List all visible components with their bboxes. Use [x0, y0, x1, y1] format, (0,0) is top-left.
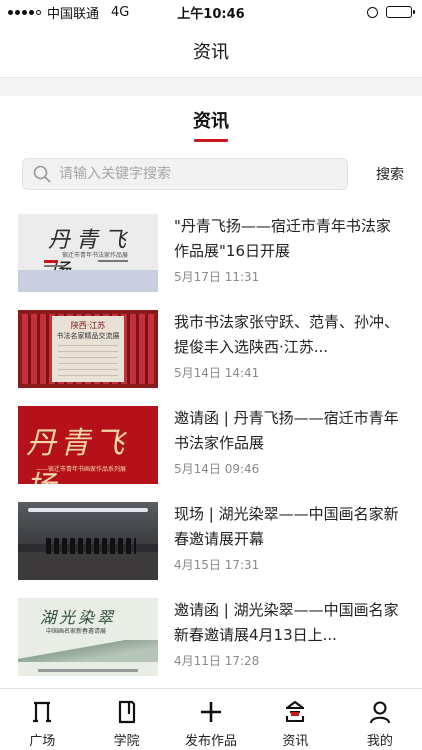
academy-icon — [118, 700, 135, 724]
network-type-label: 4G — [111, 4, 130, 20]
search-icon — [33, 165, 51, 183]
news-list: 丹青飞扬 宿迁市青年书法家作品展 "丹青飞扬——宿迁市青年书法家作品展"16日开… — [0, 206, 422, 686]
landscape-painting-poster-image: 湖光染翠 中国画名家新春邀请展 — [18, 598, 158, 676]
tab-label: 学院 — [113, 734, 140, 749]
section-underline — [194, 138, 228, 142]
news-date: 5月14日 14:41 — [174, 366, 260, 380]
search-box[interactable] — [22, 158, 348, 190]
navigation-bar: 资讯 — [0, 24, 422, 78]
status-time: 上午10:46 — [177, 6, 245, 22]
search-row: 搜索 — [0, 146, 422, 190]
status-bar: 中国联通 4G 上午10:46 — [0, 0, 422, 24]
news-date: 5月17日 11:31 — [174, 270, 260, 284]
publish-plus-icon — [201, 702, 222, 722]
tab-plaza[interactable]: 广场 — [0, 689, 84, 750]
red-calligraphy-banner-image: 丹青飞扬 ——宿迁市青年书画家作品系列展 — [18, 406, 158, 484]
news-text: 邀请函 | 丹青飞扬——宿迁市青年书法家作品展 5月14日 09:46 — [174, 406, 404, 486]
news-date: 4月15日 17:31 — [174, 558, 260, 572]
section-title: 资讯 — [193, 110, 229, 132]
tab-label: 广场 — [29, 734, 56, 749]
exhibition-opening-photo-image — [18, 502, 158, 580]
rotation-lock-icon — [367, 6, 378, 18]
news-text: "丹青飞扬——宿迁市青年书法家作品展"16日开展 5月17日 11:31 — [174, 214, 404, 294]
tab-academy[interactable]: 学院 — [84, 689, 168, 750]
news-content: 资讯 搜索 丹青飞扬 宿迁市青年书法家作品展 "丹青 — [0, 96, 422, 688]
news-title: 邀请函 | 湖光染翠——中国画名家新春邀请展4月13日上... — [174, 601, 399, 644]
news-title: 我市书法家张守跃、范青、孙冲、提俊丰入选陕西·江苏... — [174, 313, 400, 356]
search-input[interactable] — [59, 166, 319, 182]
tab-publish[interactable]: 发布作品 — [169, 689, 253, 750]
news-item[interactable]: 陕西·江苏 书法名家精品交流展 我市书法家张守跃、范青、孙冲、提俊丰入选陕西·江… — [0, 302, 422, 398]
news-icon — [286, 700, 305, 723]
profile-icon — [369, 701, 390, 724]
plaza-icon — [33, 701, 52, 723]
tab-profile[interactable]: 我的 — [338, 689, 422, 750]
tab-label: 资讯 — [282, 734, 309, 749]
news-item[interactable]: 现场 | 湖光染翠——中国画名家新春邀请展开幕 4月15日 17:31 — [0, 494, 422, 590]
news-date: 4月11日 17:28 — [174, 654, 260, 668]
red-calligraphy-exchange-poster-image: 陕西·江苏 书法名家精品交流展 — [18, 310, 158, 388]
news-text: 我市书法家张守跃、范青、孙冲、提俊丰入选陕西·江苏... 5月14日 14:41 — [174, 310, 404, 390]
battery-icon — [386, 6, 415, 18]
tab-news[interactable]: 资讯 — [253, 689, 337, 750]
news-title: 邀请函 | 丹青飞扬——宿迁市青年书法家作品展 — [174, 409, 399, 452]
news-text: 邀请函 | 湖光染翠——中国画名家新春邀请展4月13日上... 4月11日 17… — [174, 598, 404, 678]
news-item[interactable]: 丹青飞扬 ——宿迁市青年书画家作品系列展 邀请函 | 丹青飞扬——宿迁市青年书法… — [0, 398, 422, 494]
tab-label: 发布作品 — [185, 734, 238, 749]
news-item[interactable]: 湖光染翠 中国画名家新春邀请展 邀请函 | 湖光染翠——中国画名家新春邀请展4月… — [0, 590, 422, 686]
news-date: 5月14日 09:46 — [174, 462, 260, 476]
tab-label: 我的 — [366, 734, 393, 749]
status-right — [272, 6, 422, 18]
news-text: 现场 | 湖光染翠——中国画名家新春邀请展开幕 4月15日 17:31 — [174, 502, 404, 582]
news-item[interactable]: 丹青飞扬 宿迁市青年书法家作品展 "丹青飞扬——宿迁市青年书法家作品展"16日开… — [0, 206, 422, 302]
page-title: 资讯 — [193, 41, 229, 63]
search-button[interactable]: 搜索 — [376, 164, 404, 184]
carrier-label: 中国联通 — [47, 6, 100, 22]
tab-bar: 广场 学院 发布作品 资讯 我的 — [0, 688, 422, 750]
calligraphy-exhibit-poster-image: 丹青飞扬 宿迁市青年书法家作品展 — [18, 214, 158, 292]
news-title: "丹青飞扬——宿迁市青年书法家作品展"16日开展 — [174, 217, 391, 260]
status-left: 中国联通 4G — [0, 3, 150, 22]
news-title: 现场 | 湖光染翠——中国画名家新春邀请展开幕 — [174, 505, 399, 548]
app-screen: 中国联通 4G 上午10:46 资讯 资讯 搜索 — [0, 0, 422, 750]
section-header: 资讯 — [0, 96, 422, 146]
signal-strength-icon — [8, 9, 41, 15]
